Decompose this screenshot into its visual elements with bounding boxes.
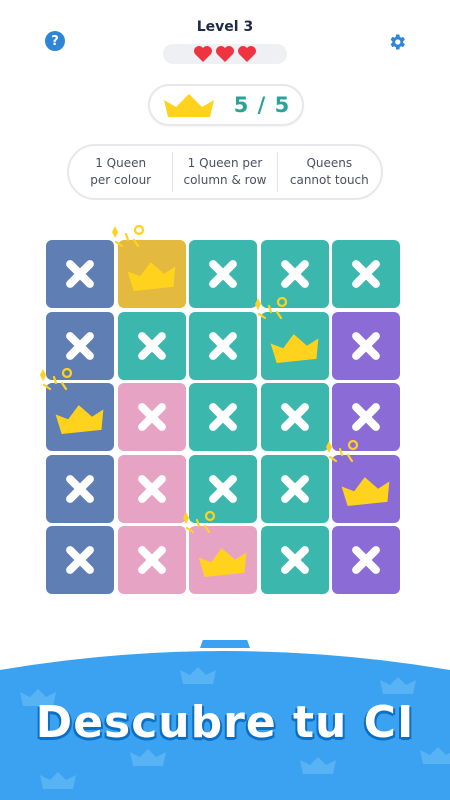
sparkle-icon	[111, 224, 144, 248]
rule-text: 1 Queen per	[187, 156, 263, 170]
crown-icon	[55, 405, 104, 435]
cell-queen[interactable]	[326, 439, 400, 523]
heart-icon	[238, 46, 256, 62]
cell-marked-x[interactable]	[332, 526, 400, 594]
crown-icon	[341, 476, 390, 506]
cell-marked-x[interactable]	[189, 240, 257, 308]
rule-no-touch: Queens cannot touch	[278, 155, 381, 189]
heart-icon	[216, 46, 234, 62]
rule-text: 1 Queen	[95, 156, 147, 170]
cell-queen[interactable]	[40, 367, 114, 451]
gear-icon	[390, 34, 405, 50]
cell-queen[interactable]	[254, 296, 329, 380]
cell-queen[interactable]	[111, 224, 186, 308]
sparkle-icon	[254, 296, 287, 319]
sparkle-icon	[40, 367, 73, 391]
cell-marked-x[interactable]	[260, 454, 329, 523]
banner-title: Descubre tu CI	[35, 697, 415, 748]
cell-marked-x[interactable]	[117, 383, 186, 451]
rules-panel: 1 Queen per colour 1 Queen per column & …	[67, 144, 383, 200]
settings-button[interactable]	[386, 31, 408, 53]
cell-marked-x[interactable]	[117, 311, 186, 380]
rule-one-per-colour: 1 Queen per colour	[69, 155, 172, 189]
sparkle-icon	[183, 510, 216, 534]
crown-icon	[163, 94, 214, 117]
heart-icon	[194, 46, 212, 62]
cell-marked-x[interactable]	[117, 454, 186, 523]
cell-marked-x[interactable]	[46, 454, 114, 523]
rule-text: column & row	[183, 173, 267, 187]
cell-marked-x[interactable]	[189, 311, 257, 380]
cell-marked-x[interactable]	[117, 526, 186, 594]
cell-marked-x[interactable]	[260, 383, 329, 451]
cell-marked-x[interactable]	[332, 240, 400, 308]
score-pill: 5 / 5	[148, 84, 304, 126]
sparkle-icon	[326, 439, 359, 462]
score-text: 5 / 5	[233, 93, 291, 117]
lives-bar	[163, 44, 287, 64]
rule-text: per colour	[90, 173, 152, 187]
help-icon: ?	[51, 33, 59, 49]
crown-icon	[270, 333, 318, 363]
level-title: Level 3	[196, 19, 254, 35]
game-board	[40, 224, 400, 594]
cell-marked-x[interactable]	[260, 526, 329, 594]
cell-marked-x[interactable]	[46, 526, 114, 594]
rule-text: cannot touch	[289, 173, 369, 187]
crown-icon	[127, 262, 175, 292]
cell-marked-x[interactable]	[46, 240, 114, 308]
cell-marked-x[interactable]	[332, 311, 400, 380]
cell-marked-x[interactable]	[189, 383, 257, 451]
cell-queen[interactable]	[183, 510, 257, 594]
rule-text: Queens	[306, 156, 353, 170]
rule-column-row: 1 Queen per column & row	[173, 155, 276, 189]
crown-icon	[198, 548, 247, 578]
